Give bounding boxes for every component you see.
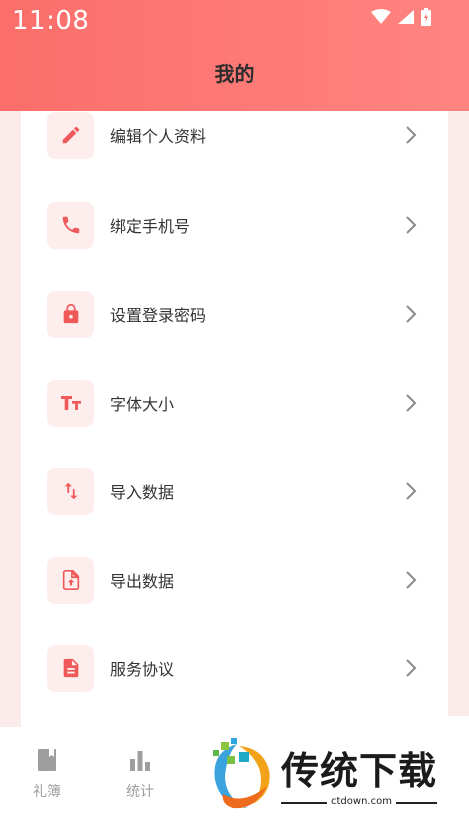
font-size-icon: [47, 379, 94, 427]
tab-label: 统计: [126, 784, 154, 800]
chevron-right-icon: [406, 305, 417, 323]
menu-item-label: 设置登录密码: [110, 306, 207, 325]
tab-statistics[interactable]: 统计: [110, 747, 170, 801]
export-file-icon: [47, 556, 94, 604]
page-title: 我的: [214, 62, 255, 86]
bar-chart-icon: [130, 751, 150, 771]
menu-item-label: 导入数据: [110, 483, 175, 502]
menu-item-label: 导出数据: [110, 572, 175, 591]
menu-item-import-data[interactable]: 导入数据: [21, 447, 448, 535]
status-icons: [371, 8, 431, 26]
chevron-right-icon: [406, 126, 417, 144]
tab-gift-book[interactable]: 礼簿: [17, 747, 77, 801]
settings-card: 编辑个人资料 绑定手机号 设置登录密码 字体大小 导入数据 导出数据 服务协议: [21, 111, 448, 727]
status-time: 11:08: [12, 6, 90, 36]
menu-item-export-data[interactable]: 导出数据: [21, 536, 448, 624]
watermark: 传统下载 ctdown.com: [189, 716, 469, 834]
chevron-right-icon: [406, 659, 417, 677]
pencil-icon: [47, 111, 94, 159]
import-arrows-icon: [47, 467, 94, 515]
signal-icon: [398, 10, 414, 24]
header-bar: 11:08 我的: [0, 0, 469, 111]
battery-icon: [421, 8, 431, 26]
watermark-url: ctdown.com: [327, 796, 396, 807]
wifi-icon: [371, 9, 391, 24]
menu-item-service-agreement[interactable]: 服务协议: [21, 624, 448, 712]
menu-item-font-size[interactable]: 字体大小: [21, 359, 448, 447]
menu-item-set-password[interactable]: 设置登录密码: [21, 270, 448, 358]
watermark-logo-icon: [213, 738, 270, 809]
book-icon: [38, 749, 56, 771]
menu-item-edit-profile[interactable]: 编辑个人资料: [21, 111, 448, 179]
menu-item-label: 服务协议: [110, 660, 175, 679]
watermark-title: 传统下载: [281, 749, 438, 793]
tab-label: 礼簿: [33, 784, 61, 800]
chevron-right-icon: [406, 571, 417, 589]
chevron-right-icon: [406, 394, 417, 412]
lock-icon: [47, 290, 94, 338]
menu-item-bind-phone[interactable]: 绑定手机号: [21, 181, 448, 269]
document-icon: [47, 644, 94, 692]
chevron-right-icon: [406, 482, 417, 500]
menu-item-label: 字体大小: [110, 395, 175, 414]
phone-icon: [47, 201, 94, 249]
menu-item-label: 绑定手机号: [110, 217, 191, 236]
chevron-right-icon: [406, 216, 417, 234]
menu-item-label: 编辑个人资料: [110, 127, 207, 146]
